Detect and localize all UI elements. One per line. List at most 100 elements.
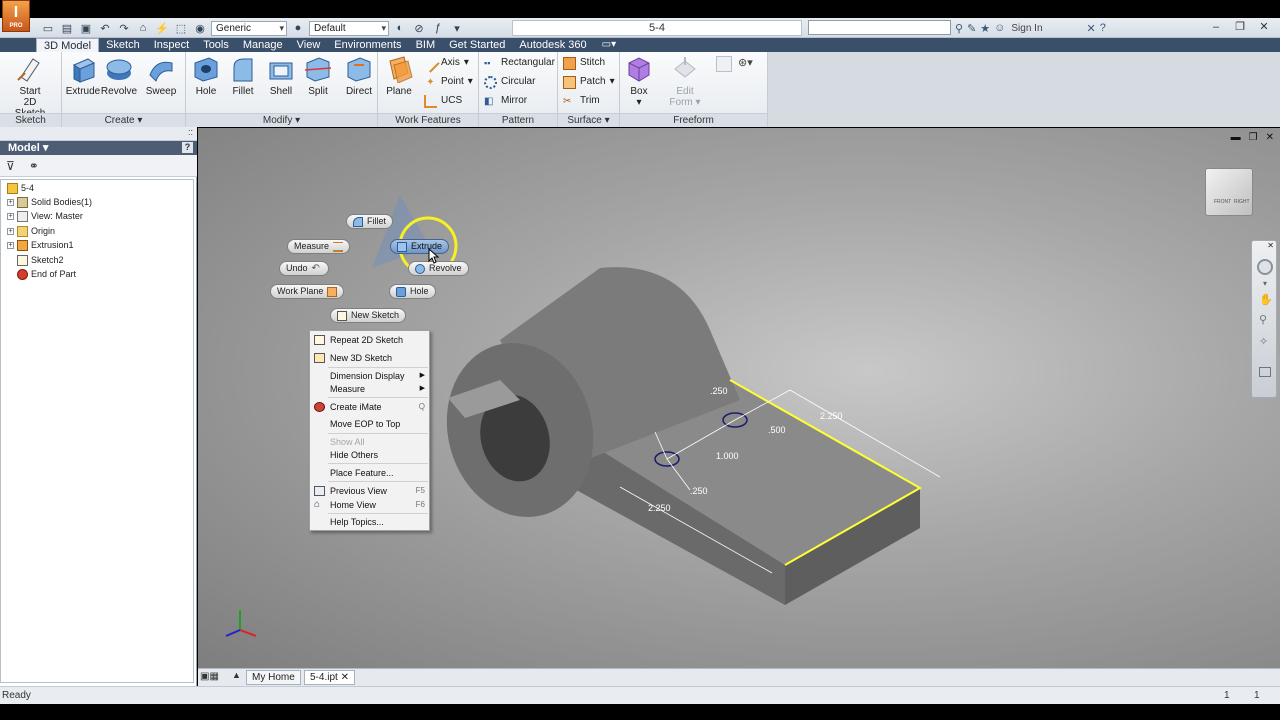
expand-icon[interactable]: + — [7, 212, 14, 220]
steering-wheel-icon[interactable] — [1257, 259, 1273, 275]
tab-tools[interactable]: Tools — [196, 38, 236, 52]
surface-panel-label[interactable]: Surface ▾ — [558, 113, 619, 127]
tab-3d-model[interactable]: 3D Model — [36, 38, 100, 52]
appearance-select[interactable]: Default — [309, 20, 389, 36]
tab-inspect[interactable]: Inspect — [147, 38, 196, 52]
tab-my-home[interactable]: My Home — [246, 670, 301, 685]
restore-icon[interactable]: ❐ — [1228, 18, 1252, 36]
binoculars-icon[interactable]: ⚲ — [955, 22, 963, 35]
dimension-label[interactable]: 2.250 — [820, 411, 843, 421]
tree-item-solid-bodies[interactable]: + Solid Bodies(1) — [7, 195, 92, 209]
fillet-button[interactable]: Fillet — [224, 55, 262, 97]
color-wheel-icon[interactable]: ◉ — [192, 21, 208, 36]
extrude-button[interactable]: Extrude — [64, 55, 102, 97]
new-file-icon[interactable]: ▭ — [40, 21, 56, 36]
appearance-icon[interactable]: ● — [290, 21, 306, 36]
tab-get-started[interactable]: Get Started — [442, 38, 512, 52]
tree-item-end-of-part[interactable]: End of Part — [17, 267, 76, 281]
home-icon[interactable]: ⌂ — [135, 21, 151, 36]
menu-item-home-view[interactable]: ⌂ Home View F6 — [310, 498, 429, 512]
browser-help-icon[interactable]: ? — [182, 142, 193, 153]
edit-form-button[interactable]: Edit Form ▾ — [666, 55, 704, 108]
sign-in-link[interactable]: Sign In — [1011, 23, 1042, 34]
marking-undo-button[interactable]: Undo ↶ — [279, 261, 329, 276]
plane-button[interactable]: Plane — [380, 55, 418, 97]
marking-hole-button[interactable]: Hole — [389, 284, 436, 299]
direct-button[interactable]: Direct — [340, 55, 378, 97]
find-icon[interactable]: ⚭ — [29, 159, 39, 173]
menu-item-measure[interactable]: Measure ▶ — [310, 382, 429, 396]
tab-environments[interactable]: Environments — [327, 38, 408, 52]
material-select[interactable]: Generic — [211, 20, 287, 36]
ribbon-options-icon[interactable]: ▭▾ — [594, 38, 624, 52]
tab-close-icon[interactable]: ✕ — [341, 672, 349, 683]
dimension-label[interactable]: .250 — [690, 486, 708, 496]
menu-item-repeat-2d-sketch[interactable]: Repeat 2D Sketch — [310, 333, 429, 347]
browser-header[interactable]: Model ▾ ? — [0, 141, 197, 155]
clear-override-icon[interactable]: ⊘ — [411, 21, 427, 36]
tree-item-origin[interactable]: + Origin — [7, 224, 55, 238]
tab-view[interactable]: View — [290, 38, 328, 52]
axis-button[interactable]: Axis ▾ — [421, 53, 469, 73]
revolve-button[interactable]: Revolve — [100, 55, 138, 97]
expand-icon[interactable]: + — [7, 198, 14, 206]
sweep-button[interactable]: Sweep — [142, 55, 180, 97]
tab-5-4-ipt[interactable]: 5-4.ipt ✕ — [304, 670, 355, 685]
update-icon[interactable]: ⚡ — [154, 21, 170, 36]
marking-fillet-button[interactable]: Fillet — [346, 214, 394, 229]
exchange-icon[interactable]: ✕ — [1087, 22, 1096, 35]
expand-icon[interactable]: + — [7, 241, 14, 249]
stitch-button[interactable]: Stitch — [563, 55, 605, 71]
mirror-button[interactable]: ◧ Mirror — [484, 93, 527, 109]
marking-measure-button[interactable]: Measure — [287, 239, 351, 254]
look-at-icon[interactable] — [1259, 367, 1271, 377]
tile-windows-icon[interactable]: ▣▦ — [200, 671, 219, 682]
help-icon[interactable]: ? — [1100, 22, 1106, 34]
user-icon[interactable]: ☺ — [994, 22, 1005, 34]
tab-autodesk-360[interactable]: Autodesk 360 — [512, 38, 593, 52]
marking-new-sketch-button[interactable]: New Sketch — [330, 308, 407, 323]
marking-work-plane-button[interactable]: Work Plane — [270, 284, 345, 299]
zoom-icon[interactable]: ⚲ — [1259, 313, 1267, 326]
undo-icon[interactable]: ↶ — [97, 21, 113, 36]
tree-item-part[interactable]: 5-4 — [7, 181, 34, 195]
browser-resize-icon[interactable]: :: — [188, 127, 193, 137]
circular-pattern-button[interactable]: Circular — [484, 74, 535, 90]
orbit-icon[interactable]: ✧ — [1259, 335, 1268, 348]
formula-icon[interactable]: ƒ — [430, 21, 446, 36]
hole-button[interactable]: Hole — [187, 55, 225, 97]
start-2d-sketch-button[interactable]: Start 2D Sketch — [11, 55, 49, 119]
pan-icon[interactable]: ✋ — [1259, 293, 1273, 306]
menu-item-new-3d-sketch[interactable]: New 3D Sketch — [310, 351, 429, 365]
tree-item-sketch[interactable]: Sketch2 — [17, 253, 64, 267]
help-search-input[interactable] — [808, 20, 951, 35]
navbar-close-icon[interactable]: ✕ — [1267, 241, 1274, 250]
chevron-down-icon[interactable]: ▾ — [1263, 279, 1267, 288]
menu-item-previous-view[interactable]: Previous View F5 — [310, 484, 429, 498]
split-button[interactable]: Split — [299, 55, 337, 97]
dimension-label[interactable]: .500 — [768, 425, 786, 435]
redo-icon[interactable]: ↷ — [116, 21, 132, 36]
dimension-label[interactable]: .250 — [710, 386, 728, 396]
application-menu-button[interactable]: I PRO — [2, 0, 30, 32]
menu-item-place-feature[interactable]: Place Feature... — [310, 466, 429, 480]
ucs-button[interactable]: UCS — [424, 93, 462, 109]
freeform-extra-icon[interactable] — [716, 56, 732, 72]
expand-icon[interactable]: + — [7, 227, 14, 235]
menu-item-hide-others[interactable]: Hide Others — [310, 448, 429, 462]
customize-icon[interactable]: ▾ — [449, 21, 465, 36]
adjust-icon[interactable]: ◐ — [392, 21, 408, 36]
dimension-label[interactable]: 1.000 — [716, 451, 739, 461]
box-button[interactable]: Box ▾ — [620, 55, 658, 108]
tab-sketch[interactable]: Sketch — [99, 38, 147, 52]
minimize-icon[interactable]: – — [1204, 18, 1228, 36]
menu-item-move-eop[interactable]: Move EOP to Top — [310, 417, 429, 431]
select-icon[interactable]: ⬚ — [173, 21, 189, 36]
menu-item-help-topics[interactable]: Help Topics... — [310, 515, 429, 529]
view-cube[interactable]: FRONT RIGHT — [1205, 168, 1253, 216]
patch-button[interactable]: Patch ▾ — [563, 74, 615, 90]
ribbon-more-icon[interactable]: ⊛▾ — [738, 56, 753, 69]
tab-menu-icon[interactable]: ▲ — [232, 670, 241, 680]
menu-item-dimension-display[interactable]: Dimension Display ▶ — [310, 369, 429, 383]
point-button[interactable]: ✦ Point ▾ — [424, 74, 473, 90]
